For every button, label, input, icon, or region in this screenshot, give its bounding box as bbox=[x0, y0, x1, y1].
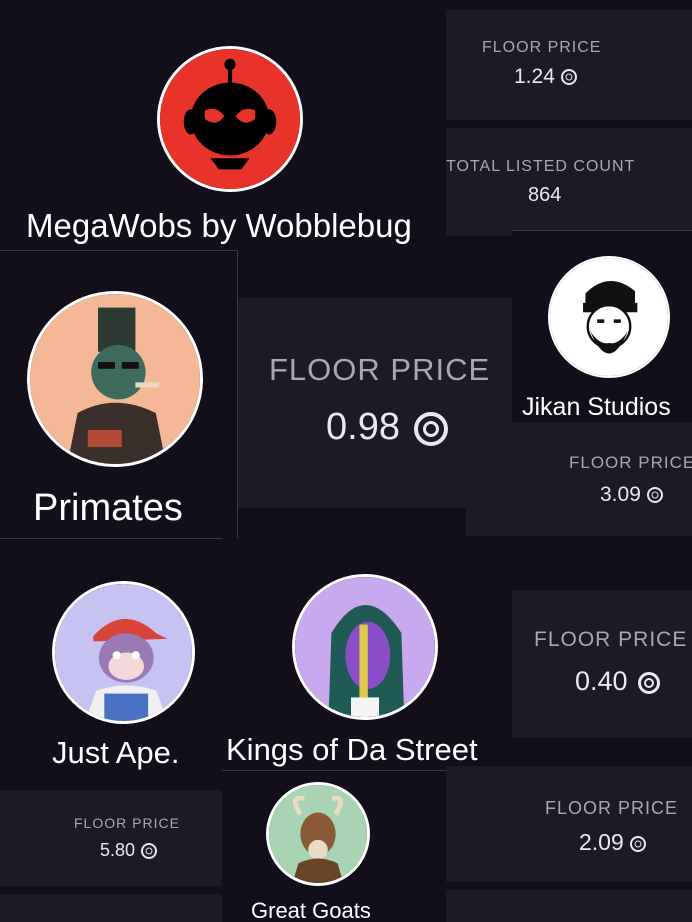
floor-price-value: 3.09 bbox=[600, 483, 663, 507]
collection-name: MegaWobs by Wobblebug bbox=[26, 207, 412, 244]
sol-icon bbox=[560, 69, 577, 86]
floor-price-card[interactable]: FLOOR PRICE 1.24 bbox=[446, 10, 692, 120]
collection-card-jikan-studios[interactable]: Jikan Studios bbox=[512, 230, 692, 420]
collection-card-primates[interactable]: Primates bbox=[0, 250, 238, 538]
floor-price-card[interactable]: FLOOR PRICE 2.09 bbox=[446, 766, 692, 882]
floor-price-value: 0.98 bbox=[326, 406, 448, 449]
red-robot-avatar bbox=[157, 46, 303, 192]
collection-card-great-goats[interactable]: Great Goats bbox=[222, 770, 446, 922]
floor-price-value: 1.24 bbox=[514, 65, 577, 89]
collection-card-kings-of-da-street[interactable]: Kings of Da Street bbox=[222, 538, 512, 770]
floor-price-label: FLOOR PRICE bbox=[74, 815, 180, 831]
listed-count-value: 864 bbox=[528, 184, 562, 206]
floor-price-label: FLOOR PRICE bbox=[269, 352, 491, 387]
floor-price-label: FLOOR PRICE bbox=[545, 798, 679, 818]
listed-count-card[interactable]: TOTAL LISTED COUNT 864 bbox=[446, 128, 692, 236]
sol-icon bbox=[646, 487, 663, 504]
collection-name: Jikan Studios bbox=[522, 393, 671, 420]
sol-icon bbox=[637, 671, 660, 694]
collection-name: Primates bbox=[33, 487, 183, 529]
sol-icon bbox=[629, 835, 646, 852]
hooded-lion-avatar bbox=[292, 574, 438, 720]
collection-card-megawobs[interactable]: MegaWobs by Wobblebug bbox=[0, 0, 446, 248]
floor-price-label: FLOOR PRICE bbox=[482, 39, 602, 56]
collection-card-just-ape[interactable]: Just Ape. bbox=[0, 538, 222, 770]
primate-avatar bbox=[27, 291, 203, 467]
collection-name: Just Ape. bbox=[52, 735, 180, 770]
sol-icon bbox=[141, 843, 158, 860]
floor-price-card[interactable]: FLOOR PRICE 5.80 bbox=[0, 790, 222, 886]
bearded-man-avatar bbox=[548, 256, 670, 378]
floor-price-card[interactable]: FLOOR PRICE 3.09 bbox=[466, 422, 692, 536]
floor-price-label: FLOOR PRICE bbox=[534, 628, 688, 651]
floor-price-card[interactable]: FLOOR PRICE 0.40 bbox=[512, 590, 692, 738]
ape-avatar bbox=[52, 581, 195, 724]
collection-name: Kings of Da Street bbox=[226, 732, 478, 767]
collection-name: Great Goats bbox=[251, 898, 371, 922]
sol-icon bbox=[413, 411, 448, 446]
partial-card bbox=[0, 894, 222, 922]
floor-price-value: 0.40 bbox=[575, 666, 660, 697]
floor-price-value: 5.80 bbox=[100, 840, 158, 861]
listed-count-label: TOTAL LISTED COUNT bbox=[446, 158, 636, 175]
partial-card bbox=[446, 890, 692, 922]
goat-avatar bbox=[266, 782, 370, 886]
floor-price-label: FLOOR PRICE bbox=[569, 453, 692, 472]
floor-price-value: 2.09 bbox=[579, 829, 646, 856]
